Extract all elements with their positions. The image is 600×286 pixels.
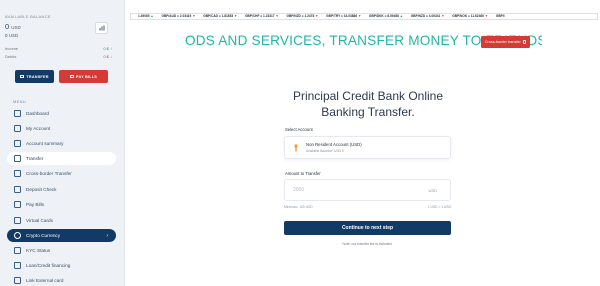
amount-currency: USD [428, 188, 437, 193]
sidebar-item-my-account[interactable]: My Account [7, 122, 116, 135]
continue-button[interactable]: Continue to next step [284, 221, 451, 235]
sidebar-item-label: Link External card [26, 278, 64, 283]
loan-icon [14, 262, 21, 269]
select-account-label: Select Account [285, 127, 313, 132]
sidebar-item-label: Account summary [26, 141, 64, 146]
sidebar-item-label: Pay Bills [26, 202, 44, 207]
cross-border-transfer-button[interactable]: Cross-border transfer [481, 36, 530, 48]
account-name: Non Resident Account (USD) [306, 142, 362, 147]
sidebar-item-label: Deposit Check [26, 187, 57, 192]
currency-ticker: 1.49065 ▲ GBP/AUD = 2.03419 ▼ GBP/CAD = … [130, 13, 598, 20]
bill-icon [14, 201, 21, 208]
sidebar-item-crypto-currency[interactable]: Crypto Currency › [7, 229, 116, 242]
income-row: Income 0 $ ↑ [5, 46, 112, 51]
page-title: Principal Credit Bank Online Banking Tra… [292, 89, 444, 119]
sidebar-item-account-summary[interactable]: Account summary [7, 137, 116, 150]
summary-icon [14, 140, 21, 147]
chevron-right-icon: › [106, 232, 108, 239]
account-selector[interactable]: Non Resident Account (USD) Available Bal… [284, 136, 451, 159]
secondary-balance-value: 0 [5, 33, 8, 38]
sidebar-item-link-external-card[interactable]: Link External card [7, 274, 116, 286]
sidebar-item-label: KYC Status [26, 248, 51, 253]
balance-chart-button[interactable] [95, 22, 108, 34]
check-icon [14, 186, 21, 193]
ticker-item: GBP/AUD = 2.03419 ▼ [161, 14, 196, 18]
ticker-item: GBP/CAD = 1.81853 ▼ [203, 14, 238, 18]
income-value: 0 $ ↑ [103, 46, 112, 51]
sidebar-item-label: Dashboard [26, 111, 49, 116]
bar-chart-icon [99, 25, 104, 31]
ticker-item: 1.49065 ▲ [138, 14, 154, 18]
link-icon [14, 277, 21, 284]
ticker-item: GBP/DKK = 8.59458 ▲ [369, 14, 403, 18]
transfer-button[interactable]: TRANSFER [15, 70, 54, 83]
ticker-item: GBP/CHF = 1.23317 ▼ [245, 14, 279, 18]
secondary-balance-currency: USD [8, 33, 19, 38]
ticker-item: GBP/NZD = 1.2478 ▼ [286, 14, 319, 18]
coin-icon [294, 144, 298, 152]
debits-value: 0 $ ↓ [103, 54, 112, 59]
card-icon [14, 217, 21, 224]
ticker-item: GBP/NZD = 4.00341 ▼ [410, 14, 445, 18]
transfer-icon [14, 155, 21, 162]
account-icon [14, 125, 21, 132]
amount-label: Amount to Transfer [285, 171, 321, 176]
balance-value: 0 [5, 22, 10, 31]
kyc-icon [14, 247, 21, 254]
sidebar-item-label: Virtual Cards [26, 218, 54, 223]
ticker-item: GBP/I [495, 14, 505, 18]
sidebar-item-dashboard[interactable]: Dashboard [7, 107, 116, 120]
exit-icon [522, 40, 527, 44]
sidebar-item-kyc-status[interactable]: KYC Status [7, 244, 116, 257]
sidebar-item-label: Cross-border Transfer [26, 171, 72, 176]
transfer-button-label: TRANSFER [26, 74, 49, 79]
sidebar-item-label: Loan/Credit financing [26, 263, 71, 268]
sidebar-item-pay-bills[interactable]: Pay Bills [7, 198, 116, 211]
sidebar-item-label: Crypto Currency [26, 233, 61, 238]
sidebar-item-transfer[interactable]: Transfer [7, 152, 116, 165]
minimum-amount-text: Minimum: 100 USD [284, 205, 313, 209]
fee-note: Note: our transfer fee is included. [342, 242, 393, 246]
pay-bills-button[interactable]: PAY BILLS [59, 70, 108, 83]
transfer-icon [20, 75, 25, 78]
account-balance: Available Balance: USD 0 [306, 149, 344, 153]
available-balance-label: AVAILABLE BALANCE [5, 14, 51, 19]
sidebar-item-deposit-check[interactable]: Deposit Check [7, 183, 116, 196]
secondary-balance: 0 USD [5, 33, 18, 38]
sidebar-item-label: My Account [26, 126, 51, 131]
pay-bills-button-label: PAY BILLS [76, 74, 97, 79]
debits-label: Debits [5, 54, 17, 59]
income-label: Income [5, 46, 19, 51]
menu-label: MENU [13, 99, 26, 104]
ticker-item: GBP/TRY = 34.03886 ▼ [326, 14, 362, 18]
sidebar: AVAILABLE BALANCE 0 USD 0 USD Income 0 $… [0, 0, 125, 286]
sidebar-item-loan-credit[interactable]: Loan/Credit financing [7, 259, 116, 272]
cross-border-button-label: Cross-border transfer [484, 40, 521, 44]
crypto-icon [14, 232, 21, 239]
exchange-rate-text: 1 USD = 1 USD [427, 205, 451, 209]
bill-icon [70, 75, 75, 78]
sidebar-item-virtual-cards[interactable]: Virtual Cards [7, 214, 116, 227]
ticker-item: GBP/NOK = 11.62466 ▼ [452, 14, 488, 18]
globe-icon [14, 170, 21, 177]
amount-input[interactable] [293, 187, 413, 193]
sidebar-item-label: Transfer [26, 156, 44, 161]
available-balance-amount: 0 USD [5, 22, 21, 31]
sidebar-item-cross-border-transfer[interactable]: Cross-border Transfer [7, 167, 116, 180]
dashboard-icon [14, 110, 21, 117]
debits-row: Debits 0 $ ↓ [5, 54, 112, 59]
amount-field[interactable]: USD [284, 179, 451, 201]
balance-currency: USD [11, 25, 21, 30]
